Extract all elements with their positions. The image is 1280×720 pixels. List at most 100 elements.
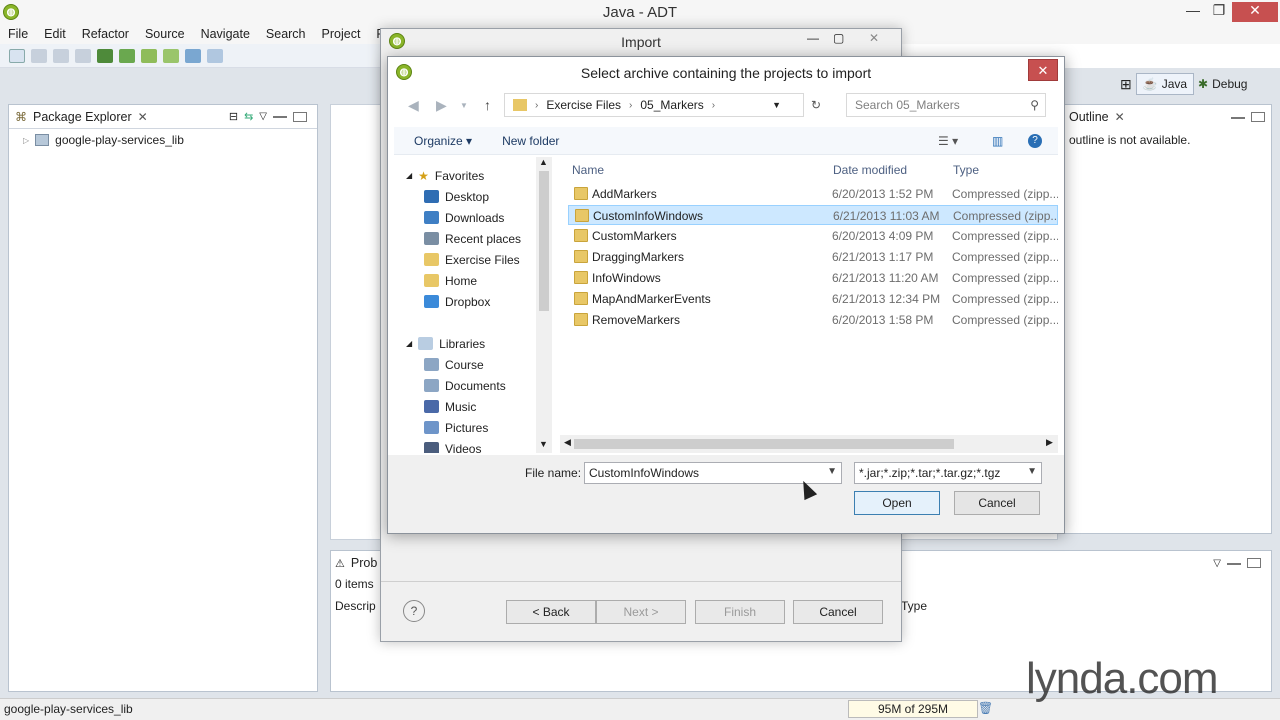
file-row[interactable]: CustomMarkers 6/20/2013 4:09 PM Compressed… (568, 226, 1058, 246)
finish-button[interactable]: Finish (695, 600, 785, 624)
maximize-view-icon[interactable] (1247, 558, 1261, 568)
back-button[interactable]: < Back (506, 600, 596, 624)
scroll-right-icon[interactable]: ▶ (1046, 437, 1053, 448)
preview-pane-icon[interactable]: ▥ (992, 134, 1003, 148)
column-header-name[interactable]: Name (572, 163, 604, 177)
new-icon[interactable] (9, 48, 25, 63)
avd-manager-icon[interactable] (119, 48, 135, 63)
menu-source[interactable]: Source (137, 24, 193, 44)
minimize-view-icon[interactable] (1231, 116, 1245, 119)
recent-dropdown-icon[interactable]: ▼ (460, 101, 468, 110)
search-icon[interactable]: ⚲ (1030, 98, 1039, 112)
organize-button[interactable]: Organize ▾ (414, 134, 472, 148)
close-button[interactable]: ✕ (869, 31, 879, 45)
lint-icon[interactable] (141, 48, 157, 63)
menu-edit[interactable]: Edit (36, 24, 74, 44)
address-bar[interactable]: › Exercise Files › 05_Markers › ▼ ↻ (504, 93, 821, 117)
view-menu-icon[interactable]: ▽ (1213, 558, 1221, 569)
column-header-date[interactable]: Date modified (833, 163, 907, 177)
problems-tab[interactable]: Prob (351, 556, 377, 570)
close-button[interactable]: ✕ (1232, 2, 1278, 22)
menu-refactor[interactable]: Refactor (74, 24, 137, 44)
scroll-left-icon[interactable]: ◀ (564, 437, 571, 448)
scroll-thumb[interactable] (574, 439, 954, 449)
nav-item-documents[interactable]: Documents (394, 375, 552, 396)
next-button[interactable]: Next > (596, 600, 686, 624)
cancel-button[interactable]: Cancel (954, 491, 1040, 515)
sdk-manager-icon[interactable] (97, 48, 113, 63)
collapse-arrow-icon[interactable]: ◢ (406, 339, 412, 348)
cancel-button[interactable]: Cancel (793, 600, 883, 624)
help-icon[interactable]: ? (403, 600, 425, 622)
nav-item-downloads[interactable]: Downloads (394, 207, 552, 228)
view-options-icon[interactable]: ☰ ▾ (938, 134, 958, 148)
file-row[interactable]: DraggingMarkers 6/21/2013 1:17 PM Compress… (568, 247, 1058, 267)
menu-navigate[interactable]: Navigate (193, 24, 258, 44)
minimize-view-icon[interactable] (273, 115, 287, 118)
file-row[interactable]: AddMarkers 6/20/2013 1:52 PM Compressed (z… (568, 184, 1058, 204)
collapse-all-icon[interactable]: ⊟ (229, 110, 238, 123)
nav-item-music[interactable]: Music (394, 396, 552, 417)
refresh-icon[interactable]: ↻ (811, 98, 821, 112)
nav-libraries-header[interactable]: ◢ Libraries (394, 333, 552, 354)
tree-item[interactable]: ▷ google-play-services_lib (9, 129, 317, 147)
nav-favorites-header[interactable]: ◢ ★ Favorites (394, 165, 552, 186)
nav-item-recent-places[interactable]: Recent places (394, 228, 552, 249)
file-type-select[interactable]: *.jar;*.zip;*.tar;*.tar.gz;*.tgz ▼ (854, 462, 1042, 484)
run-icon[interactable] (207, 48, 223, 63)
minimize-view-icon[interactable] (1227, 562, 1241, 565)
link-with-editor-icon[interactable]: ⇆ (244, 110, 253, 123)
file-row[interactable]: RemoveMarkers 6/20/2013 1:58 PM Compressed… (568, 310, 1058, 330)
close-tab-icon[interactable]: ✕ (138, 110, 148, 124)
maximize-button[interactable]: ▢ (833, 31, 844, 45)
java-perspective-button[interactable]: ☕ Java (1135, 73, 1195, 95)
navigation-scrollbar[interactable]: ▲ ▼ (536, 157, 552, 453)
nav-item-exercise-files[interactable]: Exercise Files (394, 249, 552, 270)
address-dropdown-icon[interactable]: ▼ (772, 100, 781, 110)
close-tab-icon[interactable]: ✕ (1115, 110, 1125, 124)
nav-item-dropbox[interactable]: Dropbox (394, 291, 552, 312)
column-header-type[interactable]: Type (953, 163, 979, 177)
search-input[interactable]: Search 05_Markers ⚲ (846, 93, 1046, 117)
nav-item-home[interactable]: Home (394, 270, 552, 291)
menu-search[interactable]: Search (258, 24, 314, 44)
package-explorer-tab[interactable]: Package Explorer (33, 110, 132, 124)
nav-item-pictures[interactable]: Pictures (394, 417, 552, 438)
nav-item-course[interactable]: Course (394, 354, 552, 375)
scroll-thumb[interactable] (539, 171, 549, 311)
problems-column-description[interactable]: Descrip (335, 599, 376, 613)
dropdown-arrow-icon[interactable]: ▼ (1027, 466, 1037, 477)
maximize-view-icon[interactable] (1251, 112, 1265, 122)
nav-item-videos[interactable]: Videos (394, 438, 552, 453)
maximize-view-icon[interactable] (293, 111, 307, 122)
file-row[interactable]: CustomInfoWindows 6/21/2013 11:03 AM Compr… (568, 205, 1058, 225)
horizontal-scrollbar[interactable]: ◀ ▶ (560, 435, 1058, 453)
save-all-icon[interactable] (53, 48, 69, 63)
breadcrumb-05-markers[interactable]: 05_Markers (640, 98, 703, 112)
breadcrumb-exercise-files[interactable]: Exercise Files (546, 98, 621, 112)
file-row[interactable]: MapAndMarkerEvents 6/21/2013 12:34 PM Comp… (568, 289, 1058, 309)
expand-arrow-icon[interactable]: ▷ (23, 136, 29, 145)
new-folder-button[interactable]: New folder (502, 134, 559, 148)
garbage-collect-icon[interactable]: 🗑 (978, 701, 993, 715)
help-icon[interactable]: ? (1028, 133, 1042, 148)
problems-column-type[interactable]: Type (901, 599, 927, 613)
dropdown-arrow-icon[interactable]: ▼ (827, 466, 837, 477)
debug-icon[interactable] (185, 48, 201, 63)
print-icon[interactable] (75, 48, 91, 63)
scroll-down-icon[interactable]: ▼ (539, 439, 548, 449)
outline-tab[interactable]: Outline (1069, 110, 1109, 124)
back-arrow-icon[interactable]: ◀ (408, 97, 419, 114)
menu-file[interactable]: File (0, 24, 36, 44)
collapse-arrow-icon[interactable]: ◢ (406, 171, 412, 180)
view-menu-icon[interactable]: ▽ (259, 111, 267, 122)
new-android-project-icon[interactable] (163, 48, 179, 63)
file-row[interactable]: InfoWindows 6/21/2013 11:20 AM Compressed … (568, 268, 1058, 288)
save-icon[interactable] (31, 48, 47, 63)
close-button[interactable]: ✕ (1028, 59, 1058, 81)
nav-item-desktop[interactable]: Desktop (394, 186, 552, 207)
minimize-button[interactable]: — (807, 31, 819, 45)
up-arrow-icon[interactable]: ↑ (484, 97, 491, 113)
maximize-button[interactable]: ❐ (1204, 2, 1234, 22)
debug-perspective-button[interactable]: ✱ Debug (1198, 77, 1247, 91)
